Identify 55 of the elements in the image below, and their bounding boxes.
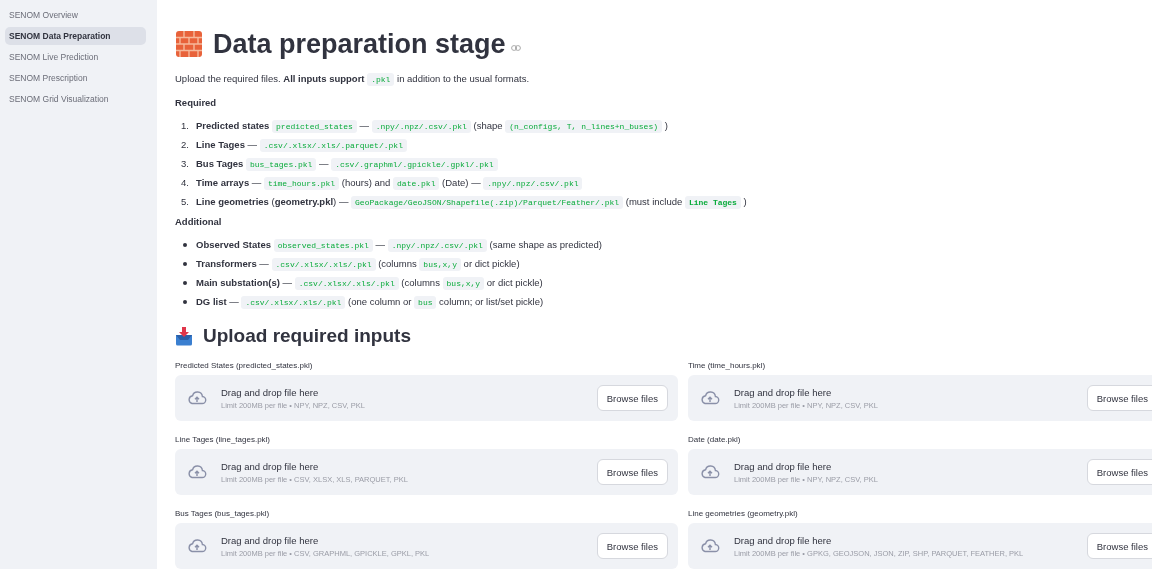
bullet-icon (183, 299, 187, 304)
browse-files-button[interactable]: Browse files (596, 533, 668, 559)
intro-paragraph: Upload the required files. All inputs support .pkl in addition to the usual formats. (175, 73, 530, 84)
field-label: Line Tages (line_tages.pkl) (175, 435, 271, 444)
dropzone-instruction: Drag and drop file here (734, 460, 833, 472)
browse-files-button[interactable]: Browse files (1086, 459, 1152, 485)
list-number: 1. (181, 120, 190, 131)
brick-wall-icon (175, 30, 203, 58)
dropzone-instruction: Drag and drop file here (734, 534, 833, 546)
cloud-upload-icon (187, 465, 207, 479)
page-title: Data preparation stage (213, 28, 506, 60)
cloud-upload-icon (700, 391, 720, 405)
list-item: Line geometries (geometry.pkl) — GeoPackage/GeoJSON/Shapefile(.zip)/Parquet/Feather/.pkl (must include Line Tages ) (196, 196, 747, 207)
browse-files-button[interactable]: Browse files (1086, 385, 1152, 411)
list-item: Main substation(s) — .csv/.xlsx/.xls/.pkl (columns bus,x,y or dict pickle) (196, 277, 543, 288)
sidebar-item[interactable]: SENOM Grid Visualization (5, 90, 146, 108)
list-item: Line Tages — .csv/.xlsx/.xls/.parquet/.pkl (196, 139, 407, 150)
list-item: Bus Tages bus_tages.pkl — .csv/.graphml/.gpickle/.gpkl/.pkl (196, 158, 498, 169)
list-number: 4. (181, 177, 190, 188)
dropzone-instruction: Drag and drop file here (221, 460, 320, 472)
sidebar-item[interactable]: SENOM Prescription (5, 69, 146, 87)
section-heading: Additional (175, 216, 222, 227)
browse-files-button[interactable]: Browse files (596, 459, 668, 485)
field-label: Line geometries (geometry.pkl) (688, 509, 798, 518)
sidebar-item[interactable]: SENOM Live Prediction (5, 48, 146, 66)
list-item: DG list — .csv/.xlsx/.xls/.pkl (one column or bus column; or list/set pickle) (196, 296, 544, 307)
dropzone-instruction: Drag and drop file here (221, 386, 320, 398)
section-heading: Required (175, 97, 217, 108)
list-number: 2. (181, 139, 190, 150)
dropzone-instruction: Drag and drop file here (221, 534, 320, 546)
field-label: Date (date.pkl) (688, 435, 741, 444)
browse-files-button[interactable]: Browse files (1086, 533, 1152, 559)
cloud-upload-icon (187, 539, 207, 553)
list-item: Predicted states predicted_states — .npy/.npz/.csv/.pkl (shape (n_configs, T, n_lines+n_buses) ) (196, 120, 668, 131)
field-label: Time (time_hours.pkl) (688, 361, 766, 370)
sidebar-item[interactable]: SENOM Overview (5, 6, 146, 24)
list-number: 5. (181, 196, 190, 207)
list-item: Transformers — .csv/.xlsx/.xls/.pkl (columns bus,x,y or dict pickle) (196, 258, 520, 269)
list-item: Observed States observed_states.pkl — .npy/.npz/.csv/.pkl (same shape as predicted) (196, 239, 602, 250)
bullet-icon (183, 242, 187, 247)
cloud-upload-icon (187, 391, 207, 405)
section-title: Upload required inputs (203, 325, 411, 347)
cloud-upload-icon (700, 539, 720, 553)
sidebar-item[interactable]: SENOM Data Preparation (5, 27, 146, 45)
bullet-icon (183, 280, 187, 285)
list-number: 3. (181, 158, 190, 169)
cloud-upload-icon (700, 465, 720, 479)
field-label: Bus Tages (bus_tages.pkl) (175, 509, 270, 518)
link-icon[interactable] (510, 45, 521, 51)
inbox-tray-icon (175, 326, 193, 346)
field-label: Predicted States (predicted_states.pkl) (175, 361, 313, 370)
browse-files-button[interactable]: Browse files (596, 385, 668, 411)
bullet-icon (183, 261, 187, 266)
list-item: Time arrays — time_hours.pkl (hours) and date.pkl (Date) — .npy/.npz/.csv/.pkl (196, 177, 583, 188)
dropzone-instruction: Drag and drop file here (734, 386, 833, 398)
